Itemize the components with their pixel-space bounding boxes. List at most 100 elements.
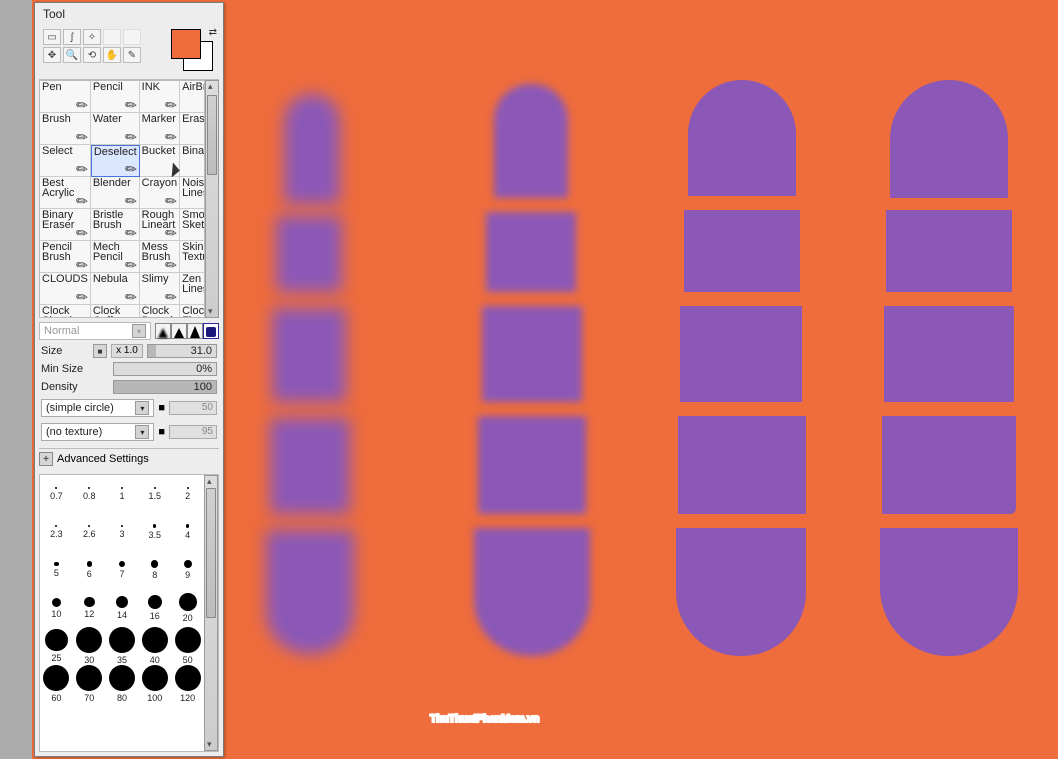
brush-smooth-sketch[interactable]: Smooth Sketch✎ (180, 209, 205, 241)
brush-noise-lines[interactable]: Noise Lines✎ (180, 177, 205, 209)
size-number: 3 (119, 529, 124, 539)
size-preset-4[interactable]: 4 (171, 513, 204, 551)
size-preset-60[interactable]: 60 (40, 665, 73, 703)
brush-list-scrollbar[interactable] (205, 80, 219, 318)
size-preset-6[interactable]: 6 (73, 551, 106, 589)
size-preset-7[interactable]: 7 (106, 551, 139, 589)
size-preset-35[interactable]: 35 (106, 627, 139, 665)
size-preset-2.6[interactable]: 2.6 (73, 513, 106, 551)
size-preset-3.5[interactable]: 3.5 (138, 513, 171, 551)
size-link-button[interactable]: ■ (93, 344, 107, 358)
tip-shape-hard[interactable] (187, 323, 203, 339)
scrollbar-thumb[interactable] (207, 95, 217, 175)
density-slider[interactable]: 100 (113, 380, 217, 394)
brush-pencil-brush[interactable]: Pencil Brush✎ (40, 241, 91, 273)
brush-pen[interactable]: Pen✎ (40, 81, 91, 113)
tool-panel: Tool ▭ʃ✧✥🔍⟲✋✎ ⇄ Pen✎Pencil✎INK✎AirBrush✎… (34, 2, 224, 757)
size-preset-30[interactable]: 30 (73, 627, 106, 665)
texture-intensity[interactable]: 95 (169, 425, 217, 439)
brush-ink[interactable]: INK✎ (140, 81, 180, 113)
hand-tool[interactable]: ✋ (103, 47, 121, 63)
brush-mess-brush[interactable]: Mess Brush✎ (140, 241, 180, 273)
min-size-slider[interactable]: 0% (113, 362, 217, 376)
size-preset-1[interactable]: 1 (106, 475, 139, 513)
brush-best-acrylic[interactable]: Best Acrylic✎ (40, 177, 91, 209)
brush-zen-lines[interactable]: Zen Lines✎ (180, 273, 205, 305)
brush-brush[interactable]: Brush✎ (40, 113, 91, 145)
brush-clouds[interactable]: CLOUDS✎ (40, 273, 91, 305)
brush-blender[interactable]: Blender✎ (91, 177, 140, 209)
brush-water[interactable]: Water✎ (91, 113, 140, 145)
foreground-color-swatch[interactable] (171, 29, 201, 59)
tip-shape-soft[interactable] (155, 323, 171, 339)
size-number: 0.8 (83, 491, 96, 501)
zoom-tool[interactable]: 🔍 (63, 47, 81, 63)
size-preset-40[interactable]: 40 (138, 627, 171, 665)
brush-binary-eraser[interactable]: Binary Eraser✎ (40, 209, 91, 241)
watermark-suffix: .vn (525, 713, 539, 725)
swap-colors-icon[interactable]: ⇄ (209, 27, 217, 38)
brush-skin-texture[interactable]: Skin Texture✎ (180, 241, 205, 273)
brush-clock-broosh[interactable]: Clock Broosh✎ (140, 305, 180, 318)
size-slider[interactable]: 31.0 (147, 344, 217, 358)
size-preset-80[interactable]: 80 (106, 665, 139, 703)
brush-bucket[interactable]: Bucket◢ (140, 145, 180, 177)
brush-mech-pencil[interactable]: Mech Pencil✎ (91, 241, 140, 273)
size-preset-14[interactable]: 14 (106, 589, 139, 627)
brush-rough-lineart[interactable]: Rough Lineart✎ (140, 209, 180, 241)
color-swatch[interactable]: ⇄ (171, 29, 215, 73)
shape-aux-button[interactable]: ■ (158, 402, 165, 414)
brush-eraser[interactable]: Eraser◈ (180, 113, 205, 145)
size-preset-50[interactable]: 50 (171, 627, 204, 665)
brush-binary[interactable]: Binary✎ (180, 145, 205, 177)
brush-label: Select (42, 146, 88, 156)
brush-deselect[interactable]: Deselect✎ (91, 145, 140, 177)
color-picker-tool[interactable]: ✎ (123, 47, 141, 63)
brush-nebula[interactable]: Nebula✎ (91, 273, 140, 305)
size-preset-5[interactable]: 5 (40, 551, 73, 589)
size-preset-3[interactable]: 3 (106, 513, 139, 551)
magic-wand-tool[interactable]: ✧ (83, 29, 101, 45)
brush-shape-select[interactable]: (simple circle) ▾ (41, 399, 154, 417)
size-preset-120[interactable]: 120 (171, 665, 204, 703)
brush-select[interactable]: Select✎ (40, 145, 91, 177)
size-preset-0.7[interactable]: 0.7 (40, 475, 73, 513)
texture-aux-button[interactable]: ■ (158, 426, 165, 438)
size-preset-0.8[interactable]: 0.8 (73, 475, 106, 513)
size-grid-scrollbar[interactable] (204, 475, 218, 751)
scrollbar-thumb[interactable] (206, 488, 216, 618)
move-tool[interactable]: ✥ (43, 47, 61, 63)
size-number: 0.7 (50, 491, 63, 501)
tip-shape-medium[interactable] (171, 323, 187, 339)
size-preset-20[interactable]: 20 (171, 589, 204, 627)
size-preset-100[interactable]: 100 (138, 665, 171, 703)
brush-crayon[interactable]: Crayon✎ (140, 177, 180, 209)
size-preset-1.5[interactable]: 1.5 (138, 475, 171, 513)
brush-clock-coffee[interactable]: Clock Coffee✎ (91, 305, 140, 318)
size-preset-2[interactable]: 2 (171, 475, 204, 513)
selection-rect-tool[interactable]: ▭ (43, 29, 61, 45)
lasso-tool[interactable]: ʃ (63, 29, 81, 45)
size-preset-25[interactable]: 25 (40, 627, 73, 665)
size-preset-10[interactable]: 10 (40, 589, 73, 627)
rotate-tool[interactable]: ⟲ (83, 47, 101, 63)
advanced-settings-toggle[interactable]: + Advanced Settings (39, 448, 219, 466)
blend-mode-select[interactable]: Normal ▾ (39, 322, 151, 340)
brush-texture-select[interactable]: (no texture) ▾ (41, 423, 154, 441)
size-preset-12[interactable]: 12 (73, 589, 106, 627)
brush-clock-sketch[interactable]: Clock Sketch✎ (40, 305, 91, 318)
size-factor[interactable]: x 1.0 (111, 344, 143, 358)
size-preset-70[interactable]: 70 (73, 665, 106, 703)
size-preset-8[interactable]: 8 (138, 551, 171, 589)
size-preset-2.3[interactable]: 2.3 (40, 513, 73, 551)
brush-airbrush[interactable]: AirBrush✎ (180, 81, 205, 113)
tip-shape-flat[interactable] (203, 323, 219, 339)
brush-bristle-brush[interactable]: Bristle Brush✎ (91, 209, 140, 241)
brush-slimy[interactable]: Slimy✎ (140, 273, 180, 305)
brush-marker[interactable]: Marker✎ (140, 113, 180, 145)
shape-intensity[interactable]: 50 (169, 401, 217, 415)
size-preset-16[interactable]: 16 (138, 589, 171, 627)
brush-pencil[interactable]: Pencil✎ (91, 81, 140, 113)
size-preset-9[interactable]: 9 (171, 551, 204, 589)
brush-clock-flats[interactable]: Clock Flats✎ (180, 305, 205, 318)
